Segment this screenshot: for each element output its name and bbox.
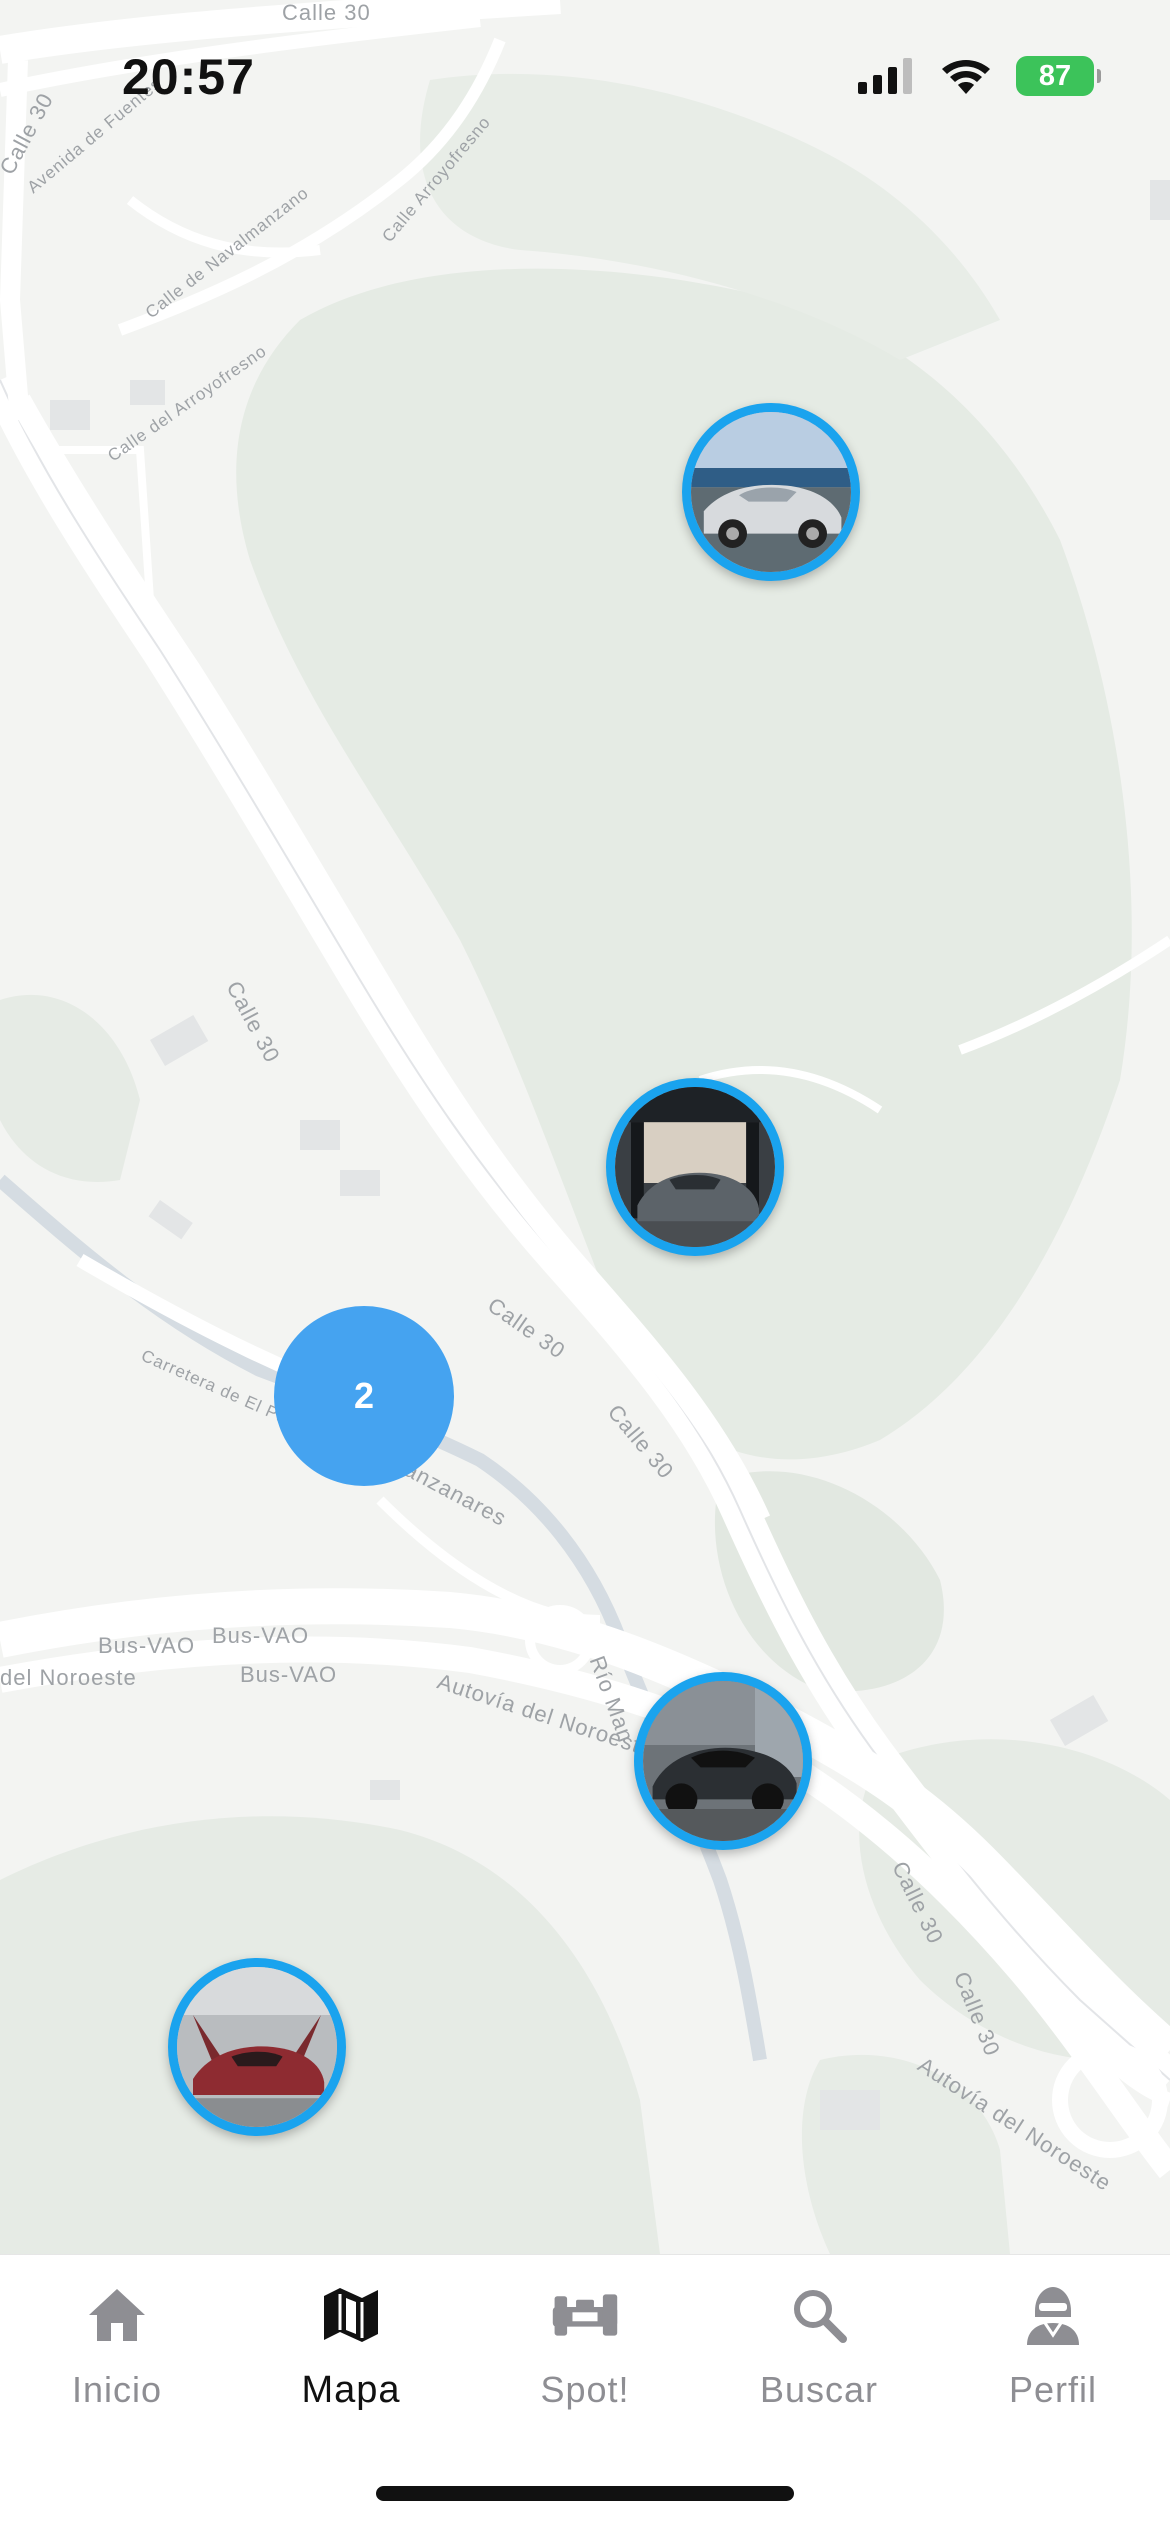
car-photo-dark-supercar xyxy=(643,1681,803,1841)
tab-spot[interactable]: Spot! xyxy=(468,2281,702,2431)
status-time: 20:57 xyxy=(122,49,255,105)
map-icon xyxy=(317,2281,385,2349)
signal-icon xyxy=(858,58,912,94)
road-label: Calle 30 xyxy=(282,0,371,25)
home-icon xyxy=(83,2281,151,2349)
tab-buscar[interactable]: Buscar xyxy=(702,2281,936,2431)
map-cluster-marker[interactable]: 2 xyxy=(274,1306,454,1486)
road-label: Bus-VAO xyxy=(98,1633,196,1658)
cluster-count: 2 xyxy=(353,1375,375,1416)
map-marker-grey-sportscar[interactable] xyxy=(606,1078,784,1256)
tab-perfil[interactable]: Perfil xyxy=(936,2281,1170,2431)
map-marker-red-hypercar[interactable] xyxy=(168,1958,346,2136)
car-photo-red-hypercar xyxy=(177,1967,337,2127)
map-base xyxy=(0,0,1170,2254)
road-label: Bus-VAO xyxy=(240,1662,338,1687)
status-icons: 87 xyxy=(858,56,1101,96)
map-marker-dark-supercar[interactable] xyxy=(634,1672,812,1850)
wifi-icon xyxy=(942,60,990,94)
tab-label: Buscar xyxy=(759,2369,879,2410)
battery-charging-icon: 87 xyxy=(1016,56,1101,96)
map-view[interactable]: Calle 30 Calle 30 Avenida de Fuentes Cal… xyxy=(0,0,1170,2254)
home-indicator xyxy=(376,2486,794,2501)
tab-label: Perfil xyxy=(1008,2369,1098,2410)
helmet-driver-icon xyxy=(1019,2281,1087,2349)
road-label: del Noroeste xyxy=(0,1665,137,1690)
battery-level: 87 xyxy=(1038,59,1072,92)
map-marker-silver-convertible[interactable] xyxy=(682,403,860,581)
tab-inicio[interactable]: Inicio xyxy=(0,2281,234,2431)
tab-mapa[interactable]: Mapa xyxy=(234,2281,468,2431)
road-label: Bus-VAO xyxy=(212,1623,310,1648)
tab-label: Mapa xyxy=(301,2369,401,2411)
car-spot-icon xyxy=(551,2281,619,2349)
car-photo-grey-sportscar xyxy=(615,1087,775,1247)
tab-label: Spot! xyxy=(540,2369,630,2410)
tab-label: Inicio xyxy=(71,2369,163,2410)
search-icon xyxy=(785,2281,853,2349)
car-photo-silver-convertible xyxy=(691,412,851,572)
